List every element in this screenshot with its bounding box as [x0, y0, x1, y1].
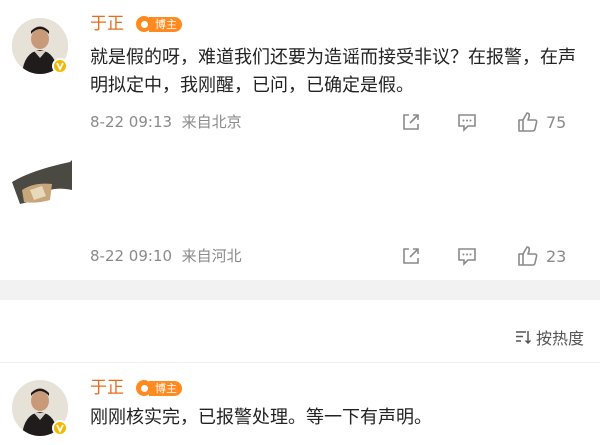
share-icon — [403, 114, 419, 130]
sort-icon — [515, 331, 532, 345]
divider — [0, 362, 600, 363]
section-divider — [0, 280, 600, 300]
comment-meta: 8-22 09:10 来自河北 — [90, 246, 242, 266]
verified-v-icon — [52, 58, 68, 74]
comment-actions: 75 — [400, 110, 600, 134]
comment-location: 来自河北 — [181, 247, 242, 265]
comment-text: 刚刚核实完，已报警处理。等一下有声明。 — [90, 407, 432, 428]
share-button[interactable] — [400, 110, 422, 134]
comment-item: 8-22 09:10 来自河北 23 — [0, 150, 600, 280]
comment-time: 8-22 09:13 — [90, 113, 173, 131]
like-button[interactable]: 75 — [516, 110, 566, 134]
comment-text: 就是假的呀，难道我们还要为造谣而接受非议？在报警，在声明拟定中，我刚醒，已问，已… — [90, 47, 576, 96]
share-button[interactable] — [400, 244, 422, 268]
comment-meta: 8-22 09:13 来自北京 — [90, 112, 242, 132]
comment-icon — [458, 248, 476, 266]
blogger-badge: 博主 — [136, 15, 182, 33]
verified-v-icon — [52, 420, 68, 436]
thumbs-up-icon — [518, 112, 538, 132]
sort-by-hot-button[interactable]: 按热度 — [514, 326, 584, 348]
blogger-badge: 博主 — [136, 379, 182, 397]
avatar[interactable] — [12, 160, 72, 210]
comment-item: 于正 博主 刚刚核实完，已报警处理。等一下有声明。 — [0, 366, 600, 445]
like-count: 23 — [546, 246, 567, 266]
comment-location: 来自北京 — [181, 113, 242, 131]
comment-button[interactable] — [456, 110, 478, 134]
share-icon — [403, 248, 419, 264]
thumbs-up-icon — [518, 246, 538, 266]
comment-button[interactable] — [456, 244, 478, 268]
username[interactable]: 于正 — [90, 378, 124, 398]
badge-label: 博主 — [149, 380, 182, 396]
comment-time: 8-22 09:10 — [90, 247, 173, 265]
comment-actions: 23 — [400, 244, 600, 268]
like-count: 75 — [546, 112, 567, 132]
comment-item: 于正 博主 就是假的呀，难道我们还要为造谣而接受非议？在报警，在声明拟定中，我刚… — [0, 0, 600, 150]
username[interactable]: 于正 — [90, 14, 124, 34]
like-button[interactable]: 23 — [516, 244, 566, 268]
comment-icon — [458, 114, 476, 132]
badge-label: 博主 — [149, 16, 182, 32]
sort-label: 按热度 — [535, 329, 584, 348]
